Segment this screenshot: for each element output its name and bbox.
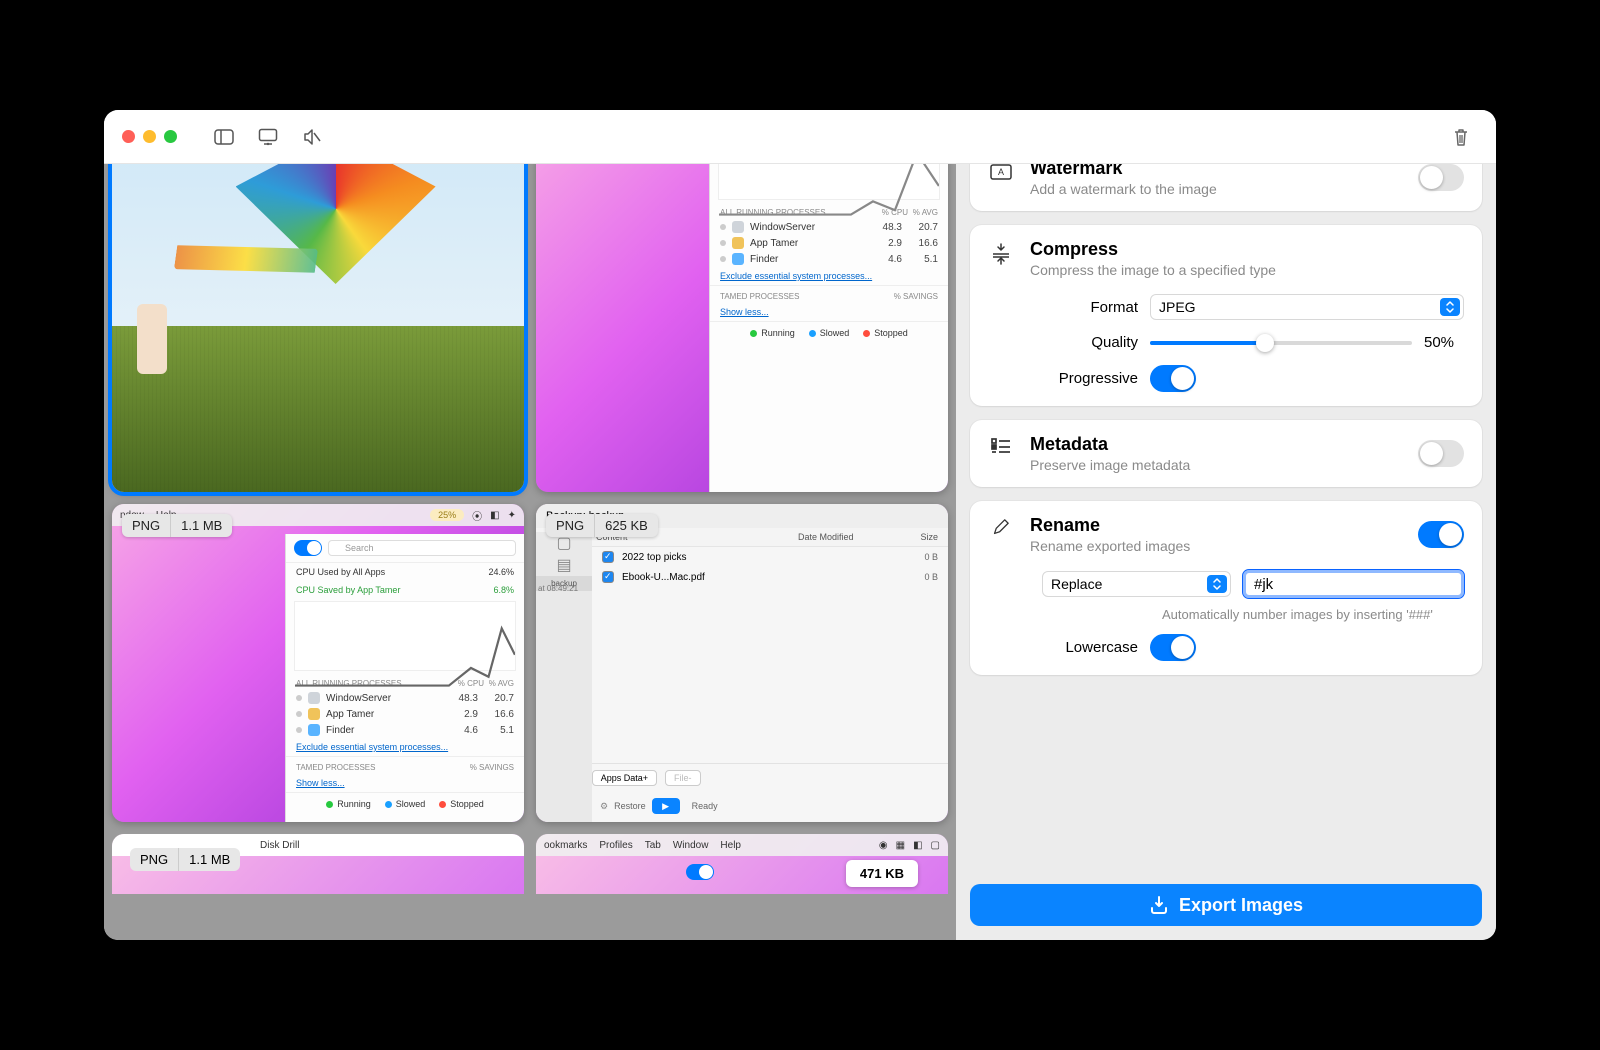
export-images-button[interactable]: Export Images bbox=[970, 884, 1482, 926]
metadata-title: Metadata bbox=[1030, 434, 1402, 455]
format-select[interactable]: JPEG bbox=[1150, 294, 1464, 320]
minimize-window-button[interactable] bbox=[143, 130, 156, 143]
export-sidebar: A Watermark Add a watermark to the image bbox=[956, 164, 1496, 940]
thumbnail-item[interactable]: Disk Drill PNG1.1 MB bbox=[112, 834, 524, 894]
pencil-icon bbox=[988, 515, 1014, 537]
list-icon bbox=[988, 434, 1014, 454]
rename-panel: Rename Rename exported images Replace bbox=[970, 501, 1482, 675]
watermark-toggle[interactable] bbox=[1418, 164, 1464, 191]
mute-icon[interactable] bbox=[295, 122, 329, 152]
quality-slider[interactable] bbox=[1150, 341, 1412, 345]
metadata-toggle[interactable] bbox=[1418, 440, 1464, 467]
size-pill: 471 KB bbox=[846, 860, 918, 887]
zoom-window-button[interactable] bbox=[164, 130, 177, 143]
rename-subtitle: Rename exported images bbox=[1030, 538, 1402, 554]
rename-toggle[interactable] bbox=[1418, 521, 1464, 548]
display-icon[interactable] bbox=[251, 122, 285, 152]
progressive-label: Progressive bbox=[988, 370, 1138, 387]
thumbnail-preview: ALL RUNNING PROCESSES% CPU% Avg WindowSe… bbox=[709, 164, 948, 492]
watermark-subtitle: Add a watermark to the image bbox=[1030, 181, 1402, 197]
image-gallery[interactable]: ALL RUNNING PROCESSES% CPU% Avg WindowSe… bbox=[104, 164, 956, 940]
thumbnail-item[interactable] bbox=[112, 164, 524, 492]
metadata-subtitle: Preserve image metadata bbox=[1030, 457, 1402, 473]
metadata-panel: Metadata Preserve image metadata bbox=[970, 420, 1482, 487]
rename-hint: Automatically number images by inserting… bbox=[1162, 606, 1464, 624]
svg-text:A: A bbox=[998, 167, 1004, 177]
close-window-button[interactable] bbox=[122, 130, 135, 143]
chevrons-icon bbox=[1207, 575, 1227, 593]
titlebar bbox=[104, 110, 1496, 164]
compress-panel: Compress Compress the image to a specifi… bbox=[970, 225, 1482, 406]
thumbnail-badge: PNG1.1 MB bbox=[130, 848, 240, 871]
thumbnail-preview: Search CPU Used by All Apps24.6% CPU Sav… bbox=[285, 534, 524, 822]
thumbnail-preview bbox=[112, 164, 524, 492]
thumbnail-preview: Backup: backup ContentDate ModifiedSize … bbox=[536, 504, 948, 822]
watermark-icon: A bbox=[988, 164, 1014, 180]
progressive-toggle[interactable] bbox=[1150, 365, 1196, 392]
traffic-lights bbox=[122, 130, 177, 143]
compress-icon bbox=[988, 239, 1014, 265]
thumbnail-item[interactable]: Backup: backup ContentDate ModifiedSize … bbox=[536, 504, 948, 822]
sidebar-toggle-icon[interactable] bbox=[207, 122, 241, 152]
rename-pattern-input[interactable] bbox=[1243, 570, 1464, 598]
lowercase-label: Lowercase bbox=[988, 639, 1138, 656]
app-window: ALL RUNNING PROCESSES% CPU% Avg WindowSe… bbox=[104, 110, 1496, 940]
lowercase-toggle[interactable] bbox=[1150, 634, 1196, 661]
watermark-title: Watermark bbox=[1030, 164, 1402, 179]
thumbnail-item[interactable]: ALL RUNNING PROCESSES% CPU% Avg WindowSe… bbox=[536, 164, 948, 492]
quality-value: 50% bbox=[1424, 334, 1464, 351]
watermark-panel: A Watermark Add a watermark to the image bbox=[970, 164, 1482, 211]
compress-title: Compress bbox=[1030, 239, 1464, 260]
format-label: Format bbox=[988, 299, 1138, 316]
thumbnail-item[interactable]: ookmarksProfilesTabWindowHelp ◉▦◧▢ 471 K… bbox=[536, 834, 948, 894]
trash-icon[interactable] bbox=[1444, 122, 1478, 152]
chevrons-icon bbox=[1440, 298, 1460, 316]
thumbnail-item[interactable]: ndowHelp 25%⦿◧✦ Search CPU Used by All A… bbox=[112, 504, 524, 822]
rename-title: Rename bbox=[1030, 515, 1402, 536]
compress-subtitle: Compress the image to a specified type bbox=[1030, 262, 1464, 278]
export-icon bbox=[1149, 895, 1169, 915]
quality-label: Quality bbox=[988, 334, 1138, 351]
rename-mode-select[interactable]: Replace bbox=[1042, 571, 1231, 597]
thumbnail-badge: PNG625 KB bbox=[546, 514, 658, 537]
thumbnail-badge: PNG1.1 MB bbox=[122, 514, 232, 537]
export-button-label: Export Images bbox=[1179, 895, 1303, 916]
